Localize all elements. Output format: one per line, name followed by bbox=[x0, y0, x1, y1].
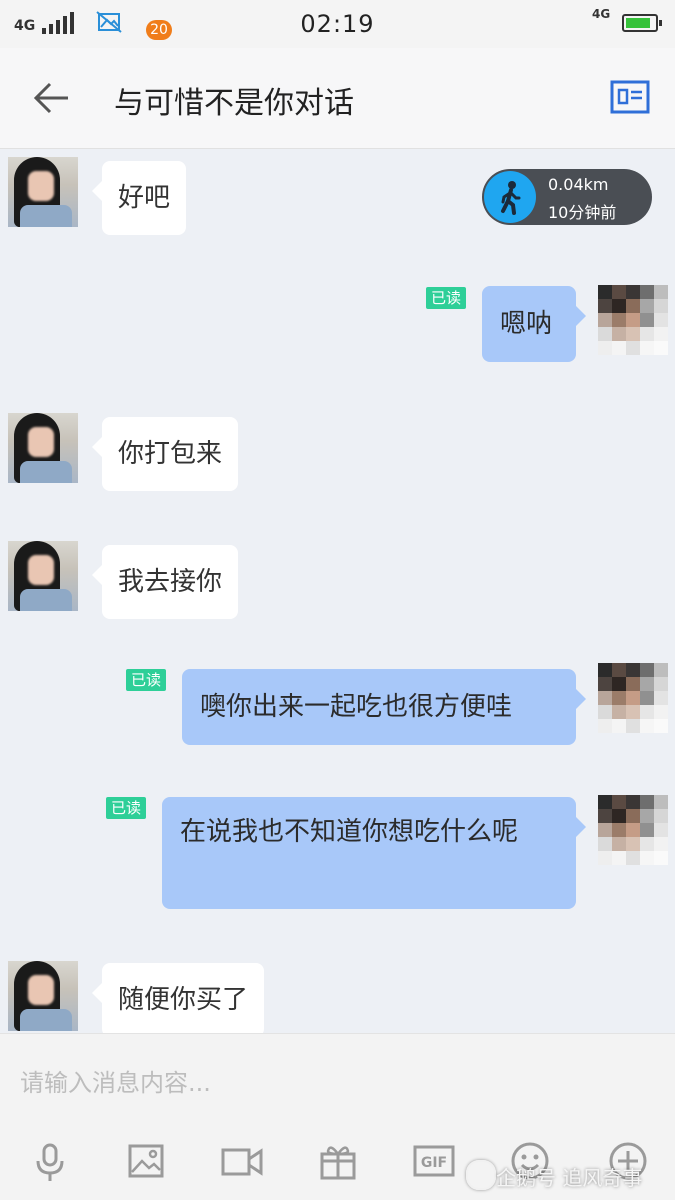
status-time: 02:19 bbox=[300, 10, 375, 38]
read-status-badge: 已读 bbox=[426, 287, 467, 309]
message-input[interactable] bbox=[18, 1060, 642, 1106]
distance-value: 0.04km bbox=[548, 175, 609, 194]
watermark-text: 企鹅号 追风奇事 bbox=[496, 1166, 643, 1190]
message-text: 在说我也不知道你想吃什么呢 bbox=[180, 817, 519, 847]
watermark-logo-icon bbox=[466, 1160, 496, 1190]
contact-avatar[interactable] bbox=[8, 961, 78, 1031]
message-bubble-incoming[interactable]: 随便你买了 bbox=[91, 963, 265, 1033]
profile-card-icon[interactable] bbox=[610, 80, 650, 114]
gif-icon[interactable]: GIF bbox=[410, 1137, 458, 1185]
contact-avatar[interactable] bbox=[8, 413, 78, 483]
message-text: 嗯呐 bbox=[500, 309, 553, 339]
back-arrow-icon[interactable] bbox=[30, 78, 74, 118]
my-avatar[interactable] bbox=[598, 795, 668, 865]
message-text: 好吧 bbox=[118, 183, 171, 213]
contact-avatar[interactable] bbox=[8, 541, 78, 611]
distance-time: 10分钟前 bbox=[548, 203, 617, 222]
message-bubble-outgoing[interactable]: 在说我也不知道你想吃什么呢 bbox=[162, 797, 586, 909]
status-bar: 4G 20 02:19 4G bbox=[0, 0, 675, 48]
page-title: 与可惜不是你对话 bbox=[114, 86, 354, 121]
video-icon[interactable] bbox=[218, 1137, 266, 1185]
message-bubble-outgoing[interactable]: 嗯呐 bbox=[482, 286, 586, 362]
message-bubble-outgoing[interactable]: 噢你出来一起吃也很方便哇 bbox=[182, 669, 586, 745]
battery-icon bbox=[622, 14, 662, 32]
contact-avatar[interactable] bbox=[8, 157, 78, 227]
walking-person-icon bbox=[484, 171, 536, 223]
distance-indicator[interactable]: 0.04km 10分钟前 bbox=[482, 169, 652, 225]
microphone-icon[interactable] bbox=[26, 1137, 74, 1185]
gif-label: GIF bbox=[421, 1155, 447, 1171]
chat-header: 与可惜不是你对话 bbox=[0, 48, 675, 149]
message-text: 你打包来 bbox=[118, 439, 223, 469]
message-bubble-incoming[interactable]: 你打包来 bbox=[91, 417, 239, 491]
message-text: 随便你买了 bbox=[118, 985, 249, 1015]
gift-icon[interactable] bbox=[314, 1137, 362, 1185]
message-text: 我去接你 bbox=[118, 567, 223, 597]
message-bubble-incoming[interactable]: 我去接你 bbox=[91, 545, 239, 619]
message-input-area bbox=[0, 1033, 675, 1130]
message-list[interactable]: 好吧 0.04km 10分钟前 已读 嗯呐 你打包来 我去接你 已读 噢你出来一… bbox=[0, 149, 675, 1033]
read-status-badge: 已读 bbox=[126, 669, 167, 691]
my-avatar[interactable] bbox=[598, 663, 668, 733]
message-bubble-incoming[interactable]: 好吧 bbox=[91, 161, 187, 235]
network-type-right: 4G bbox=[592, 7, 611, 21]
read-status-badge: 已读 bbox=[106, 797, 147, 819]
message-text: 噢你出来一起吃也很方便哇 bbox=[200, 692, 513, 722]
my-avatar[interactable] bbox=[598, 285, 668, 355]
image-icon[interactable] bbox=[122, 1137, 170, 1185]
